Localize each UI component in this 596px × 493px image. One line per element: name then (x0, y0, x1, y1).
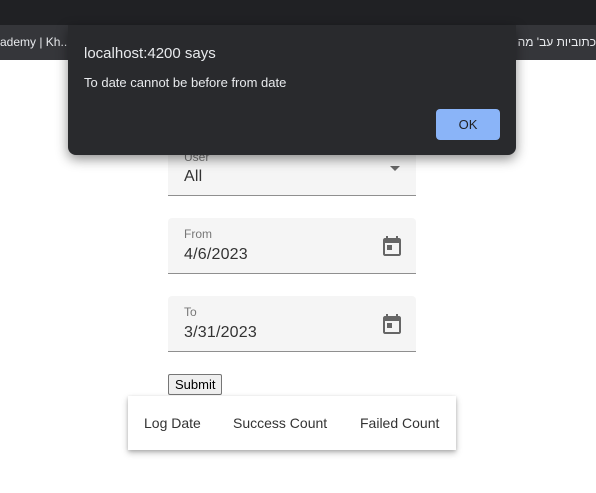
bookmark-item-rtl[interactable]: כתוביות עב' מה (518, 35, 596, 49)
to-label: To (184, 305, 197, 319)
column-header-failed-count[interactable]: Failed Count (360, 415, 439, 431)
column-header-log-date[interactable]: Log Date (144, 415, 201, 431)
calendar-icon[interactable] (380, 312, 404, 336)
from-label: From (184, 227, 212, 241)
column-header-success-count[interactable]: Success Count (233, 415, 327, 431)
bookmark-item[interactable]: ademy | Kh... (0, 35, 70, 49)
dialog-title: localhost:4200 says (84, 45, 216, 62)
to-date-field[interactable]: To 3/31/2023 (168, 296, 416, 352)
from-date-field[interactable]: From 4/6/2023 (168, 218, 416, 274)
results-table-header: Log Date Success Count Failed Count (128, 396, 456, 450)
dialog-message: To date cannot be before from date (84, 75, 287, 90)
from-date-value[interactable]: 4/6/2023 (184, 246, 248, 264)
calendar-icon[interactable] (380, 234, 404, 258)
to-date-value[interactable]: 3/31/2023 (184, 324, 257, 342)
dropdown-arrow-icon[interactable] (390, 166, 400, 171)
alert-dialog: localhost:4200 says To date cannot be be… (68, 25, 516, 155)
submit-button[interactable]: Submit (168, 374, 223, 395)
user-value: All (184, 168, 203, 185)
ok-button[interactable]: OK (436, 109, 500, 140)
browser-tab-strip (0, 0, 596, 25)
